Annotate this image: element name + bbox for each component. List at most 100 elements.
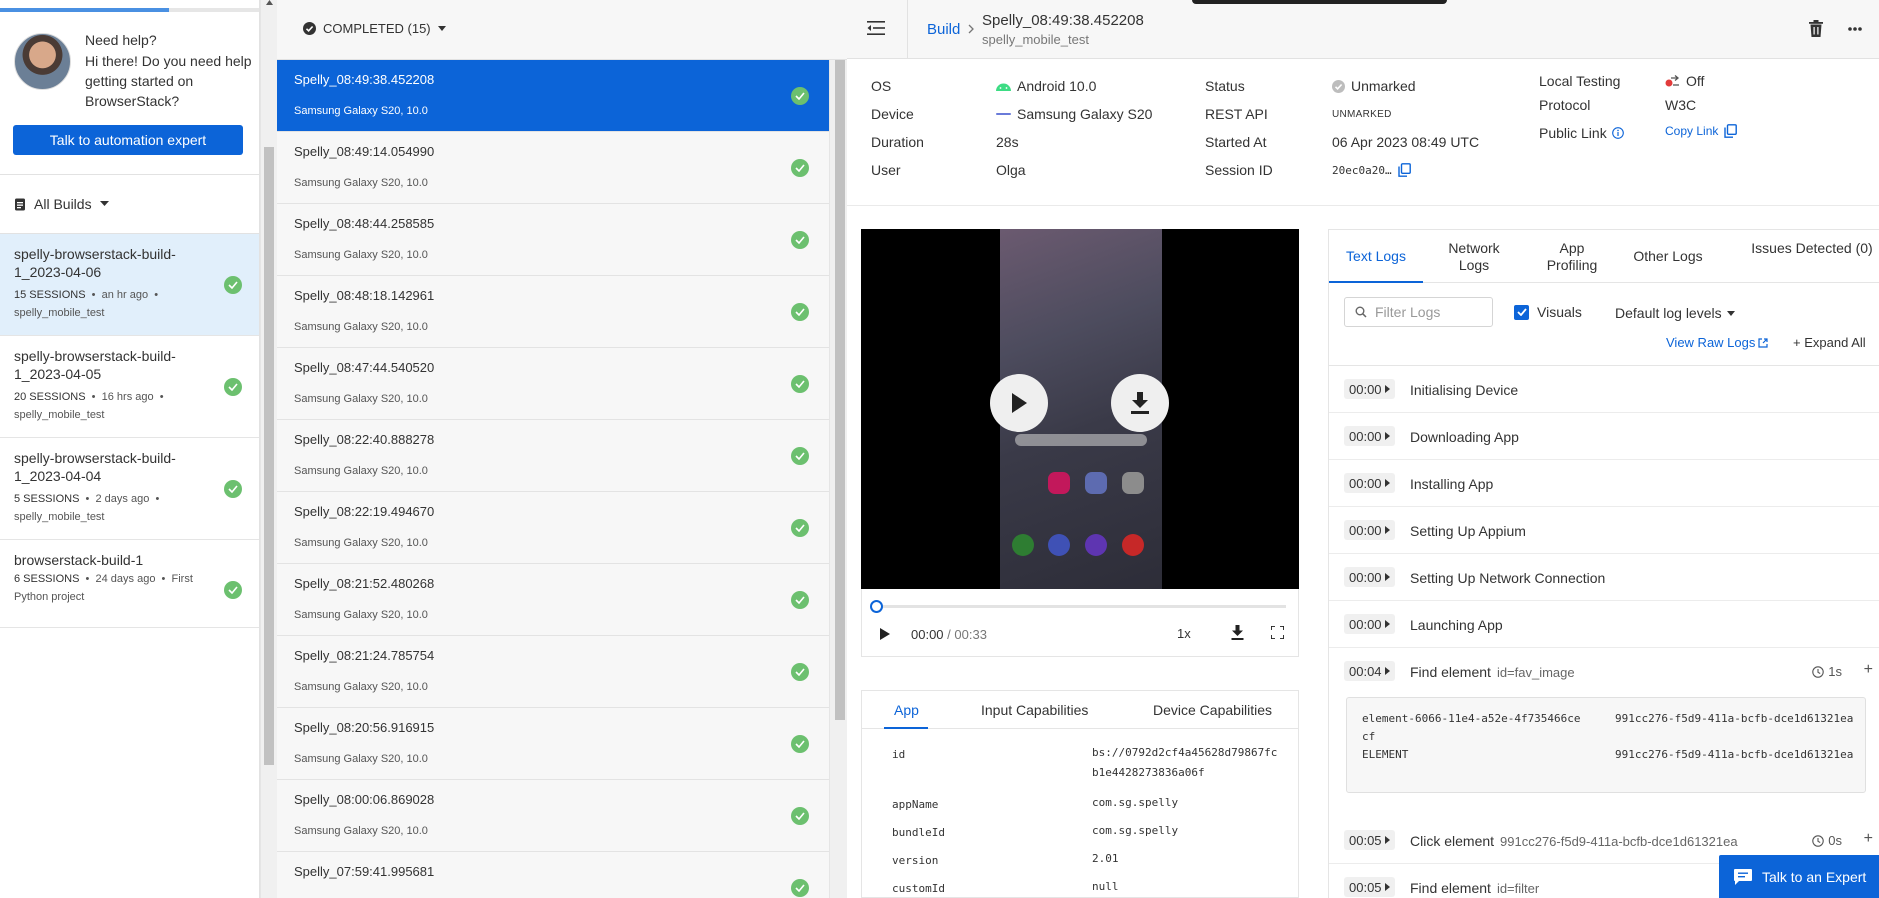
tab-app-profiling[interactable]: App Profiling — [1541, 240, 1603, 274]
sessions-list: Spelly_08:49:38.452208 Samsung Galaxy S20… — [277, 60, 829, 898]
session-id-text: 20ec0a20… — [1332, 163, 1392, 177]
session-device: Samsung Galaxy S20, 10.0 — [294, 753, 428, 765]
tab-network-logs[interactable]: Network Logs — [1439, 240, 1509, 274]
session-row[interactable]: Spelly_08:00:06.869028 Samsung Galaxy S20… — [277, 780, 829, 852]
session-row[interactable]: Spelly_08:48:18.142961 Samsung Galaxy S20… — [277, 276, 829, 348]
trash-icon[interactable] — [1809, 20, 1823, 37]
copy-link-button[interactable]: Copy Link — [1665, 124, 1738, 138]
log-timestamp[interactable]: 00:00 — [1344, 473, 1395, 493]
log-entry[interactable]: 00:00 Initialising Device — [1329, 366, 1879, 413]
session-name: Spelly_08:22:19.494670 — [294, 504, 435, 519]
tab-input-capabilities[interactable]: Input Capabilities — [981, 702, 1088, 718]
play-button[interactable] — [990, 374, 1048, 432]
builds-scrollbar[interactable] — [260, 0, 277, 898]
log-timestamp[interactable]: 00:00 — [1344, 614, 1395, 634]
session-row[interactable]: Spelly_08:21:52.480268 Samsung Galaxy S20… — [277, 564, 829, 636]
fullscreen-icon[interactable] — [1271, 626, 1284, 639]
status-filter-dropdown[interactable]: COMPLETED (15) — [303, 21, 446, 36]
passed-status-icon — [791, 87, 809, 105]
search-bar-shape — [1015, 434, 1147, 446]
log-timestamp[interactable]: 00:00 — [1344, 567, 1395, 587]
app-tile — [1048, 534, 1070, 556]
log-timestamp[interactable]: 00:00 — [1344, 520, 1395, 540]
log-timestamp[interactable]: 00:05 — [1344, 877, 1395, 897]
build-age: 2 days ago — [95, 493, 150, 505]
log-entry[interactable]: 00:00 Setting Up Network Connection — [1329, 554, 1879, 601]
log-entry-detail: element-6066-11e4-a52e-4f735466cecf 991c… — [1346, 697, 1866, 793]
log-levels-dropdown[interactable]: Default log levels — [1615, 305, 1735, 321]
talk-to-expert-button[interactable]: Talk to an Expert — [1719, 855, 1879, 898]
build-row[interactable]: spelly-browserstack-build-1_2023-04-04 5 … — [0, 438, 259, 540]
expand-all-button[interactable]: + Expand All — [1793, 335, 1866, 350]
all-builds-dropdown[interactable]: All Builds — [14, 196, 109, 212]
sessions-scrollbar-thumb[interactable] — [835, 60, 845, 720]
more-options-icon[interactable] — [1848, 27, 1862, 31]
build-sessions-count: 6 SESSIONS — [14, 573, 80, 585]
visuals-checkbox[interactable]: Visuals — [1514, 304, 1582, 320]
copy-icon[interactable] — [1397, 163, 1411, 177]
filter-logs-input[interactable]: Filter Logs — [1344, 297, 1493, 327]
tab-app[interactable]: App — [894, 702, 919, 718]
expand-log-icon[interactable]: + — [1864, 830, 1873, 848]
plus-icon: + — [1793, 335, 1801, 350]
log-entry[interactable]: 00:00 Installing App — [1329, 460, 1879, 507]
scroll-up-arrow-icon[interactable] — [266, 0, 273, 10]
session-row[interactable]: Spelly_08:49:38.452208 Samsung Galaxy S20… — [277, 60, 829, 132]
passed-status-icon — [791, 303, 809, 321]
passed-status-icon — [791, 375, 809, 393]
tab-issues-detected[interactable]: Issues Detected (0) — [1747, 240, 1877, 257]
build-sessions-count: 15 SESSIONS — [14, 289, 86, 301]
builds-scrollbar-thumb[interactable] — [264, 147, 274, 765]
session-row[interactable]: Spelly_07:59:41.995681Samsung Galaxy S20… — [277, 852, 829, 898]
video-progress-knob[interactable] — [870, 600, 883, 613]
log-entry[interactable]: 00:00 Launching App — [1329, 601, 1879, 648]
log-timestamp[interactable]: 00:04 — [1344, 661, 1395, 681]
log-timestamp-text: 00:00 — [1349, 522, 1382, 538]
session-detail: Build Spelly_08:49:38.452208 spelly_mobi… — [847, 0, 1879, 898]
log-entry[interactable]: 00:00 Downloading App — [1329, 413, 1879, 460]
app-tile — [1122, 472, 1144, 494]
log-timestamp[interactable]: 00:05 — [1344, 830, 1395, 850]
log-command: Click element — [1410, 833, 1495, 849]
tab-text-logs[interactable]: Text Logs — [1329, 248, 1423, 265]
status-value: Unmarked — [1332, 78, 1416, 94]
build-project: spelly_mobile_test — [14, 307, 105, 319]
info-icon[interactable] — [1611, 127, 1624, 139]
build-meta: 15 SESSIONS • an hr ago • spelly_mobile_… — [14, 289, 162, 319]
session-row[interactable]: Spelly_08:47:44.540520 Samsung Galaxy S20… — [277, 348, 829, 420]
collapse-sidebar-icon[interactable] — [867, 20, 885, 36]
expand-log-icon[interactable]: + — [1864, 661, 1873, 679]
tab-other-logs[interactable]: Other Logs — [1613, 248, 1723, 265]
play-small-icon[interactable] — [880, 628, 890, 640]
log-timestamp[interactable]: 00:00 — [1344, 426, 1395, 446]
view-raw-logs-link[interactable]: View Raw Logs — [1666, 335, 1768, 350]
session-row[interactable]: Spelly_08:20:56.916915 Samsung Galaxy S20… — [277, 708, 829, 780]
session-video[interactable] — [861, 229, 1299, 589]
playback-speed[interactable]: 1x — [1177, 626, 1191, 641]
log-entry[interactable]: 00:04 Find element id=fav_image 1s + — [1329, 648, 1879, 695]
session-device: Samsung Galaxy S20, 10.0 — [294, 321, 428, 333]
build-sessions-count: 20 SESSIONS — [14, 391, 86, 403]
divider — [847, 205, 1879, 206]
session-row[interactable]: Spelly_08:48:44.258585 Samsung Galaxy S20… — [277, 204, 829, 276]
build-row[interactable]: browserstack-build-1 6 SESSIONS • 24 days… — [0, 540, 259, 628]
log-text: Initialising Device — [1410, 382, 1524, 398]
build-row[interactable]: spelly-browserstack-build-1_2023-04-05 20… — [0, 336, 259, 438]
session-row[interactable]: Spelly_08:22:40.888278 Samsung Galaxy S20… — [277, 420, 829, 492]
build-sessions-count: 5 SESSIONS — [14, 493, 80, 505]
sessions-scrollbar[interactable] — [829, 60, 847, 898]
session-row[interactable]: Spelly_08:49:14.054990 Samsung Galaxy S20… — [277, 132, 829, 204]
log-command: Find element — [1410, 664, 1491, 680]
session-row[interactable]: Spelly_08:21:24.785754 Samsung Galaxy S20… — [277, 636, 829, 708]
build-row[interactable]: spelly-browserstack-build-1_2023-04-06 15… — [0, 234, 259, 336]
tab-device-capabilities[interactable]: Device Capabilities — [1153, 702, 1272, 718]
download-icon[interactable] — [1231, 625, 1244, 640]
talk-to-automation-expert-button[interactable]: Talk to automation expert — [13, 125, 243, 155]
video-progress-track[interactable] — [876, 605, 1286, 608]
breadcrumb-build-link[interactable]: Build — [927, 21, 960, 38]
passed-status-icon — [791, 519, 809, 537]
session-row[interactable]: Spelly_08:22:19.494670 Samsung Galaxy S20… — [277, 492, 829, 564]
log-entry[interactable]: 00:00 Setting Up Appium — [1329, 507, 1879, 554]
download-video-button[interactable] — [1111, 374, 1169, 432]
log-timestamp[interactable]: 00:00 — [1344, 379, 1395, 399]
